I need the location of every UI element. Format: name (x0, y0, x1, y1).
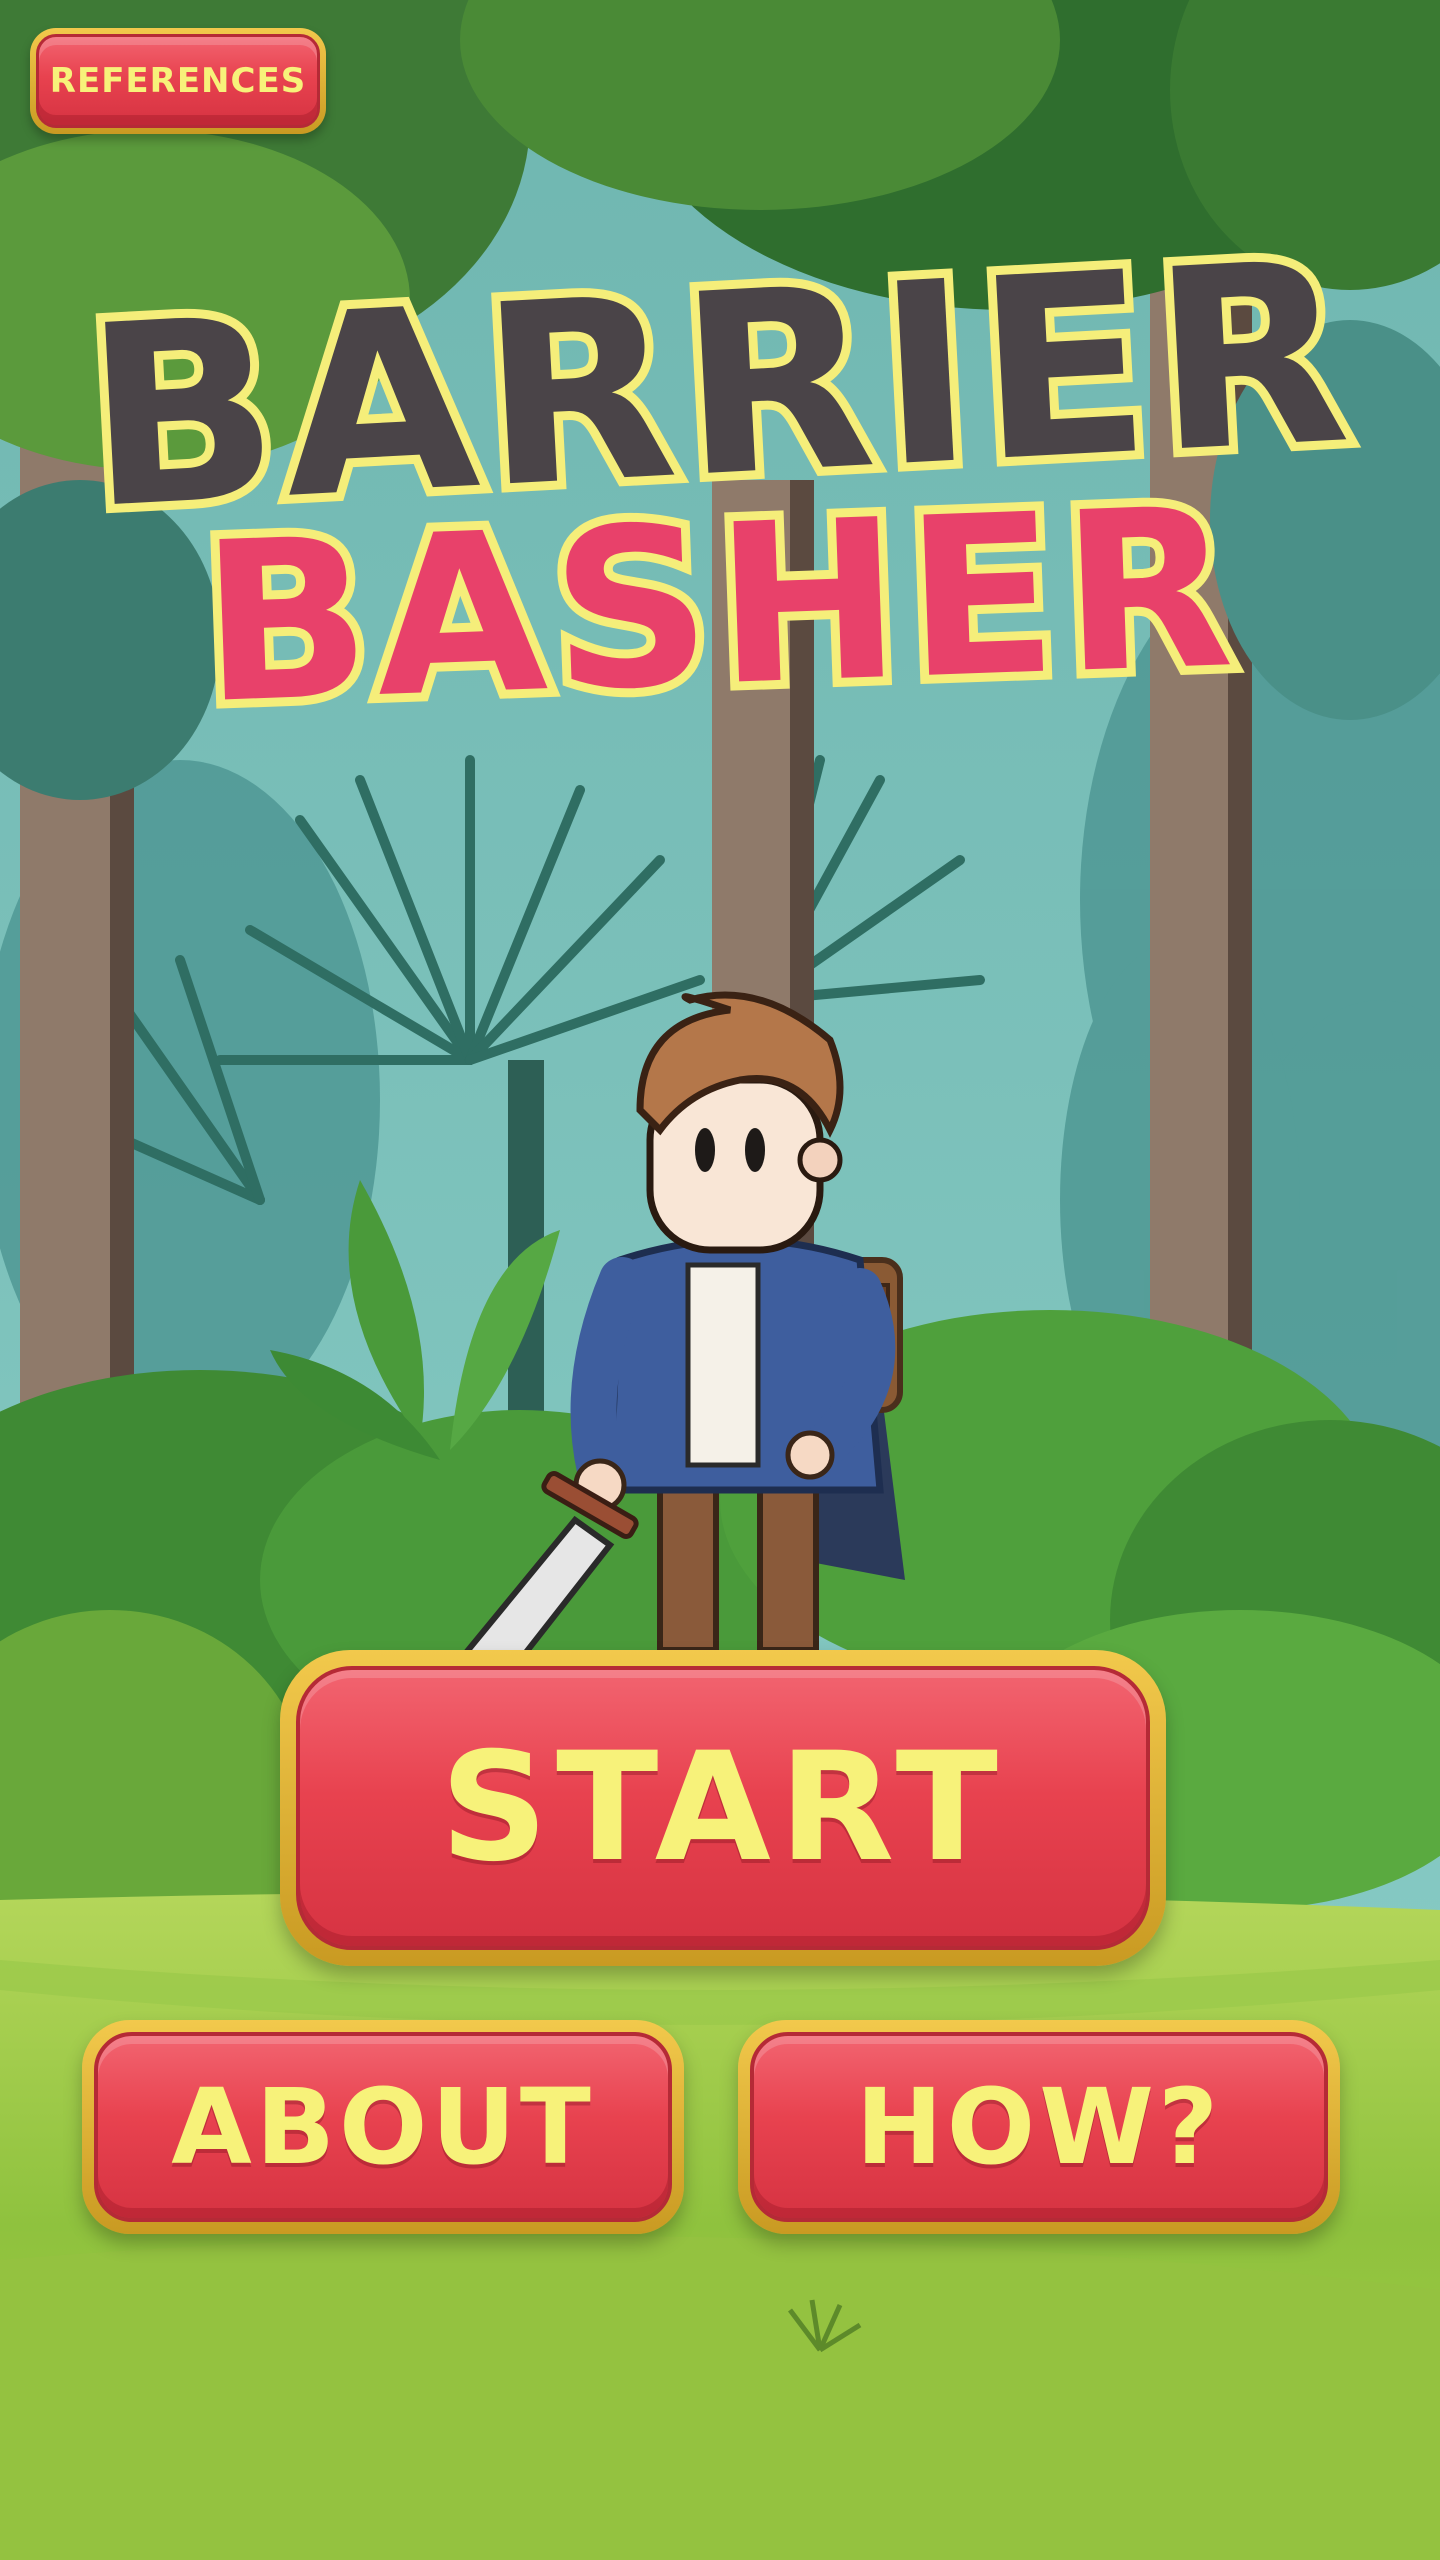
title-line-basher: BASHER (189, 451, 1252, 761)
start-button-face: START (296, 1666, 1150, 1950)
how-label: HOW? (855, 2066, 1223, 2188)
how-to-play-button[interactable]: HOW? (738, 2020, 1340, 2234)
references-label: REFERENCES (49, 61, 307, 101)
start-label: START (440, 1721, 1006, 1895)
about-label: ABOUT (171, 2066, 595, 2188)
references-button-face: REFERENCES (36, 34, 320, 128)
how-button-face: HOW? (750, 2032, 1328, 2222)
references-button[interactable]: REFERENCES (30, 28, 326, 134)
about-button-face: ABOUT (94, 2032, 672, 2222)
start-button[interactable]: START (280, 1650, 1166, 1966)
about-button[interactable]: ABOUT (82, 2020, 684, 2234)
